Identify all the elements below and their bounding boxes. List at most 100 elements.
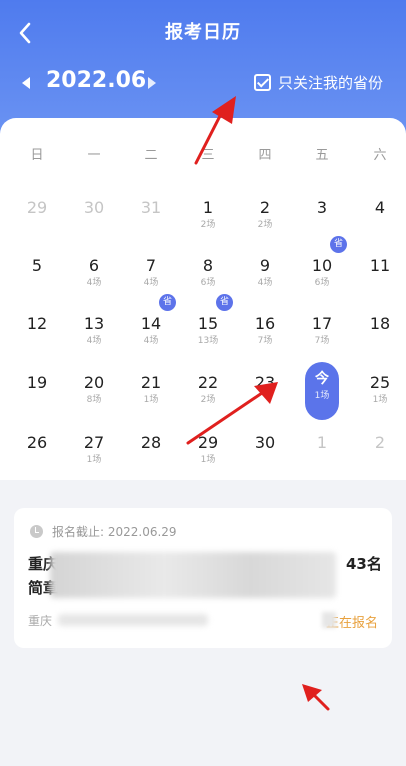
- calendar-day[interactable]: 22 2场: [182, 373, 234, 425]
- today-cell[interactable]: 今 1场: [305, 362, 339, 420]
- deadline-text: 报名截止: 2022.06.29: [52, 525, 177, 539]
- exam-count: 6场: [314, 278, 330, 288]
- day-number: 5: [31, 256, 43, 275]
- exam-count: 1场: [372, 395, 388, 405]
- day-number: 30: [254, 433, 276, 452]
- clock-icon: [30, 525, 43, 538]
- calendar-day[interactable]: 26: [11, 433, 63, 485]
- exam-notice-card[interactable]: 报名截止: 2022.06.29 重庆 简章 43名 重庆 正在报名: [14, 508, 392, 648]
- exam-count: 1场: [200, 455, 216, 465]
- calendar-day[interactable]: 17 7场: [296, 314, 348, 366]
- checkbox-checked-icon[interactable]: [254, 74, 271, 91]
- my-province-filter[interactable]: 只关注我的省份: [254, 72, 383, 93]
- calendar-day[interactable]: 31: [125, 198, 177, 250]
- day-number: 19: [26, 373, 48, 392]
- blurred-status: [322, 612, 336, 628]
- day-number: 22: [197, 373, 219, 392]
- calendar-day[interactable]: 27 1场: [68, 433, 120, 485]
- exam-count: 2场: [200, 395, 216, 405]
- exam-count: 2场: [257, 220, 273, 230]
- calendar-day[interactable]: 19: [11, 373, 63, 425]
- calendar-day[interactable]: 16 7场: [239, 314, 291, 366]
- weekday-label: 三: [201, 148, 215, 163]
- day-number: 17: [311, 314, 333, 333]
- calendar-day[interactable]: 13 4场: [68, 314, 120, 366]
- day-number: 31: [140, 198, 162, 217]
- calendar-day[interactable]: 9 4场: [239, 256, 291, 308]
- calendar-day[interactable]: 2: [354, 433, 406, 485]
- calendar-day[interactable]: 2 2场: [239, 198, 291, 250]
- calendar-day[interactable]: 5: [11, 256, 63, 308]
- calendar-day[interactable]: 6 4场: [68, 256, 120, 308]
- day-number: 29: [197, 433, 219, 452]
- calendar-day[interactable]: 1: [296, 433, 348, 485]
- region-text: 重庆: [28, 614, 53, 628]
- calendar-day[interactable]: 30: [239, 433, 291, 485]
- province-badge: 省: [159, 294, 176, 311]
- page-title: 报考日历: [165, 22, 241, 43]
- blurred-title: [50, 552, 336, 598]
- day-number: 30: [83, 198, 105, 217]
- exam-count: 4场: [257, 278, 273, 288]
- exam-count: 7场: [257, 336, 273, 346]
- exam-count: 8场: [86, 395, 102, 405]
- weekday-label: 四: [258, 148, 272, 163]
- exam-count: 1场: [314, 391, 330, 401]
- day-number: 2: [259, 198, 271, 217]
- exam-count: 4场: [86, 336, 102, 346]
- current-month: 2022.06: [46, 68, 147, 93]
- prev-month-icon[interactable]: [22, 77, 30, 89]
- day-number: 16: [254, 314, 276, 333]
- exam-count: 13场: [197, 336, 219, 346]
- calendar-day[interactable]: 29 1场: [182, 433, 234, 485]
- weekday-header: 日一二三四五六: [0, 144, 406, 164]
- day-number: 2: [374, 433, 386, 452]
- day-number: 25: [369, 373, 391, 392]
- day-number: 20: [83, 373, 105, 392]
- weekday-label: 二: [144, 148, 158, 163]
- weekday-label: 日: [30, 148, 44, 163]
- day-number: 7: [145, 256, 157, 275]
- calendar-day[interactable]: 18: [354, 314, 406, 366]
- calendar-day[interactable]: 10 6场: [296, 256, 348, 308]
- day-number: 13: [83, 314, 105, 333]
- calendar-day[interactable]: 29: [11, 198, 63, 250]
- calendar-day[interactable]: 23: [239, 373, 291, 425]
- day-number: 11: [369, 256, 391, 275]
- province-badge: 省: [330, 236, 347, 253]
- weekday-label: 一: [87, 148, 101, 163]
- day-number: 21: [140, 373, 162, 392]
- calendar-day[interactable]: 25 1场: [354, 373, 406, 425]
- calendar-day[interactable]: 28: [125, 433, 177, 485]
- notice-title-end: 43名: [346, 555, 382, 573]
- day-number: 3: [316, 198, 328, 217]
- today-label: 今: [315, 371, 329, 387]
- arrow-card: [310, 691, 330, 711]
- exam-count: 4场: [143, 278, 159, 288]
- weekday-label: 六: [373, 148, 387, 163]
- calendar-day[interactable]: 21 1场: [125, 373, 177, 425]
- day-number: 23: [254, 373, 276, 392]
- month-switcher: 2022.06 只关注我的省份: [0, 66, 406, 100]
- day-number: 10: [311, 256, 333, 275]
- day-number: 27: [83, 433, 105, 452]
- calendar-day[interactable]: 11: [354, 256, 406, 308]
- next-month-icon[interactable]: [148, 77, 156, 89]
- calendar-day[interactable]: 1 2场: [182, 198, 234, 250]
- calendar-day[interactable]: 4: [354, 198, 406, 250]
- blurred-region: [58, 614, 208, 626]
- day-number: 12: [26, 314, 48, 333]
- exam-count: 4场: [86, 278, 102, 288]
- exam-count: 4场: [143, 336, 159, 346]
- calendar-day[interactable]: 12: [11, 314, 63, 366]
- day-number: 28: [140, 433, 162, 452]
- arrow-card-head: [302, 684, 322, 702]
- calendar-day[interactable]: 14 4场: [125, 314, 177, 366]
- calendar-day[interactable]: 30: [68, 198, 120, 250]
- province-badge: 省: [216, 294, 233, 311]
- day-number: 14: [140, 314, 162, 333]
- calendar-day[interactable]: 20 8场: [68, 373, 120, 425]
- day-number: 26: [26, 433, 48, 452]
- calendar-card: 日一二三四五六 29 30 31 1 2场 2 2场 3 4 5 6 4场 7 4场 8 6场 9 4场 10 6场省…: [0, 118, 406, 480]
- calendar-day[interactable]: 15 13场: [182, 314, 234, 366]
